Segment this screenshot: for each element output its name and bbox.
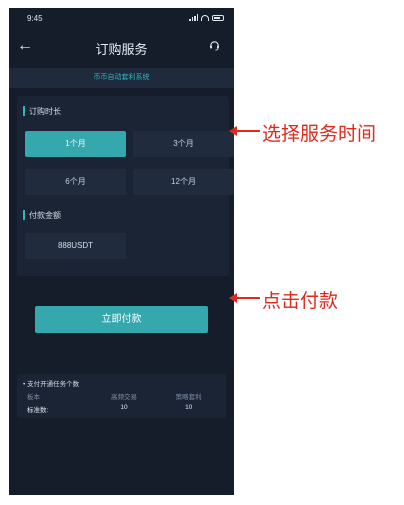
option-1-month[interactable]: 1个月: [25, 131, 126, 157]
table-row: 标准数: 10 10: [27, 404, 221, 414]
headset-icon[interactable]: [209, 40, 220, 51]
column-header: 板本: [27, 394, 40, 401]
wifi-icon: [201, 14, 209, 21]
column-header: 策略套利: [175, 394, 202, 401]
pay-now-button[interactable]: 立即付款: [35, 306, 208, 333]
annotation-click-pay: 点击付款: [262, 290, 339, 312]
annotation-arrow-icon: [229, 126, 260, 136]
system-banner: 币币自动套利系统: [9, 68, 234, 88]
signal-icon: [189, 14, 198, 21]
annotation-select-time: 选择服务时间: [262, 123, 377, 145]
annotation-arrow-icon: [229, 293, 260, 303]
amount-label: 付款金额: [23, 210, 61, 221]
option-6-months[interactable]: 6个月: [25, 169, 126, 195]
table-cell: 标准数:: [27, 407, 49, 414]
option-3-months[interactable]: 3个月: [133, 131, 234, 157]
phone-screen: 9:45 ← 订购服务 币币自动套利系统 订购时长 1个月 3个月 6个月 12…: [9, 8, 234, 495]
page-title: 订购服务: [95, 42, 148, 57]
nav-bar: ← 订购服务: [9, 34, 234, 62]
status-bar: 9:45: [9, 8, 234, 30]
status-icons: [189, 14, 224, 21]
option-12-months[interactable]: 12个月: [133, 169, 234, 195]
table-header: 板本 高频交易 策略套利: [27, 391, 221, 401]
table-cell: 10: [120, 404, 128, 411]
duration-label: 订购时长: [23, 106, 61, 117]
task-count-table: • 支付开通任务个数 板本 高频交易 策略套利 标准数: 10 10: [17, 374, 226, 418]
battery-icon: [212, 14, 224, 21]
subscription-card: 订购时长 1个月 3个月 6个月 12个月 付款金额 888USDT: [17, 96, 234, 276]
table-cell: 10: [185, 404, 193, 411]
status-time: 9:45: [27, 14, 43, 23]
amount-value: 888USDT: [25, 233, 126, 259]
column-header: 高频交易: [111, 394, 137, 401]
task-table-title: • 支付开通任务个数: [23, 381, 80, 388]
